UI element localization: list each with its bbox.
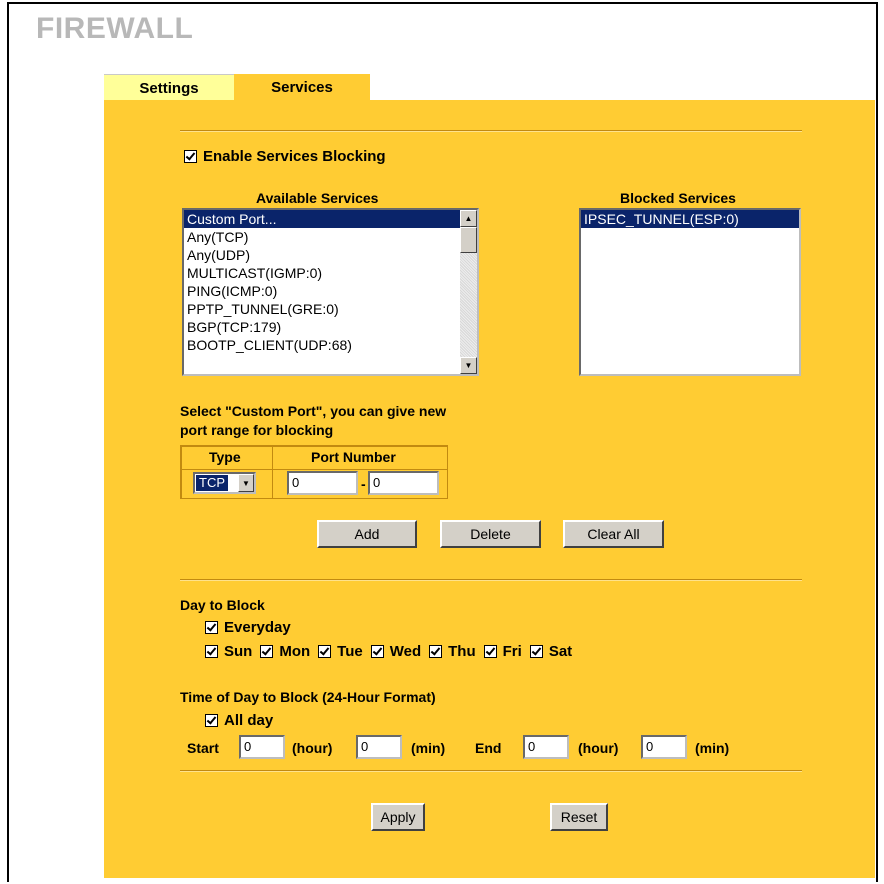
- custom-port-note-line1: Select "Custom Port", you can give new: [180, 403, 447, 419]
- day-to-block-heading: Day to Block: [180, 597, 265, 613]
- start-label: Start: [187, 740, 219, 756]
- chevron-down-icon[interactable]: ▼: [238, 474, 254, 492]
- day-sat-checkbox[interactable]: [529, 645, 543, 658]
- day-fri: Fri: [483, 643, 522, 660]
- end-label: End: [475, 740, 502, 756]
- list-item[interactable]: BOOTP_CLIENT(UDP:68): [184, 336, 477, 354]
- type-header-cell: Type: [181, 446, 273, 470]
- time-to-block-heading: Time of Day to Block (24-Hour Format): [180, 689, 436, 705]
- start-hour-input[interactable]: 0: [239, 735, 285, 759]
- enable-blocking-checkbox[interactable]: [184, 150, 197, 163]
- all-day-row: All day: [205, 712, 273, 729]
- all-day-checkbox[interactable]: [205, 714, 218, 727]
- all-day-label: All day: [224, 712, 274, 729]
- divider: [180, 130, 802, 132]
- day-sun-checkbox[interactable]: [205, 645, 218, 658]
- enable-blocking-row: Enable Services Blocking: [184, 148, 386, 165]
- type-select[interactable]: TCP ▼: [193, 472, 256, 494]
- min-label: (min): [695, 740, 730, 756]
- hour-label: (hour): [578, 740, 619, 756]
- day-label: Mon: [279, 643, 311, 660]
- divider: [180, 579, 802, 581]
- port-number-header: Port Number: [311, 449, 396, 465]
- blocked-services-heading: Blocked Services: [620, 190, 736, 206]
- day-thu: Thu: [429, 643, 476, 660]
- day-mon-checkbox[interactable]: [260, 645, 274, 658]
- blocked-services-list[interactable]: IPSEC_TUNNEL(ESP:0): [579, 208, 801, 376]
- end-min-input[interactable]: 0: [641, 735, 687, 759]
- tab-services[interactable]: Services: [234, 74, 370, 101]
- list-item[interactable]: MULTICAST(IGMP:0): [184, 264, 477, 282]
- everyday-checkbox[interactable]: [205, 621, 218, 634]
- divider: [180, 770, 802, 772]
- port-start-input[interactable]: 0: [287, 471, 358, 495]
- scroll-up-icon[interactable]: ▲: [460, 210, 477, 227]
- type-select-value: TCP: [196, 475, 228, 491]
- list-item[interactable]: Any(TCP): [184, 228, 477, 246]
- days-row: Sun Mon Tue Wed Thu Fri Sat: [205, 643, 572, 660]
- day-wed-checkbox[interactable]: [370, 645, 384, 658]
- day-label: Fri: [502, 643, 522, 660]
- day-wed: Wed: [370, 643, 422, 660]
- add-button[interactable]: Add: [317, 520, 417, 548]
- day-fri-checkbox[interactable]: [483, 645, 497, 658]
- port-header-cell: Port Number: [272, 446, 448, 470]
- day-label: Sun: [224, 643, 253, 660]
- list-item[interactable]: PPTP_TUNNEL(GRE:0): [184, 300, 477, 318]
- day-tue: Tue: [318, 643, 363, 660]
- everyday-row: Everyday: [205, 619, 291, 636]
- day-sat: Sat: [529, 643, 573, 660]
- custom-port-note-line2: port range for blocking: [180, 422, 334, 438]
- list-item[interactable]: IPSEC_TUNNEL(ESP:0): [581, 210, 799, 228]
- day-label: Wed: [389, 643, 422, 660]
- port-range-separator: -: [361, 476, 366, 492]
- services-panel: Enable Services Blocking Available Servi…: [104, 100, 875, 878]
- day-mon: Mon: [260, 643, 310, 660]
- list-item[interactable]: Custom Port...: [184, 210, 460, 228]
- day-thu-checkbox[interactable]: [429, 645, 443, 658]
- everyday-label: Everyday: [224, 619, 291, 636]
- list-item[interactable]: PING(ICMP:0): [184, 282, 477, 300]
- day-label: Thu: [448, 643, 476, 660]
- reset-button[interactable]: Reset: [550, 803, 608, 831]
- start-min-input[interactable]: 0: [356, 735, 402, 759]
- end-hour-input[interactable]: 0: [523, 735, 569, 759]
- available-services-heading: Available Services: [256, 190, 379, 206]
- tab-settings[interactable]: Settings: [104, 74, 234, 101]
- day-sun: Sun: [205, 643, 252, 660]
- day-label: Sat: [548, 643, 573, 660]
- enable-blocking-label: Enable Services Blocking: [203, 148, 386, 165]
- min-label: (min): [411, 740, 446, 756]
- available-services-list[interactable]: Custom Port... Any(TCP) Any(UDP) MULTICA…: [182, 208, 479, 376]
- list-scrollbar[interactable]: ▲ ▼: [460, 210, 477, 374]
- port-end-input[interactable]: 0: [368, 471, 439, 495]
- type-header: Type: [209, 449, 241, 465]
- apply-button[interactable]: Apply: [371, 803, 425, 831]
- delete-button[interactable]: Delete: [440, 520, 541, 548]
- page-title: FIREWALL: [36, 12, 194, 45]
- day-label: Tue: [337, 643, 363, 660]
- scroll-down-icon[interactable]: ▼: [460, 357, 477, 374]
- clear-all-button[interactable]: Clear All: [563, 520, 664, 548]
- hour-label: (hour): [292, 740, 333, 756]
- list-item[interactable]: Any(UDP): [184, 246, 477, 264]
- scroll-thumb[interactable]: [460, 227, 477, 253]
- day-tue-checkbox[interactable]: [318, 645, 332, 658]
- list-item[interactable]: BGP(TCP:179): [184, 318, 477, 336]
